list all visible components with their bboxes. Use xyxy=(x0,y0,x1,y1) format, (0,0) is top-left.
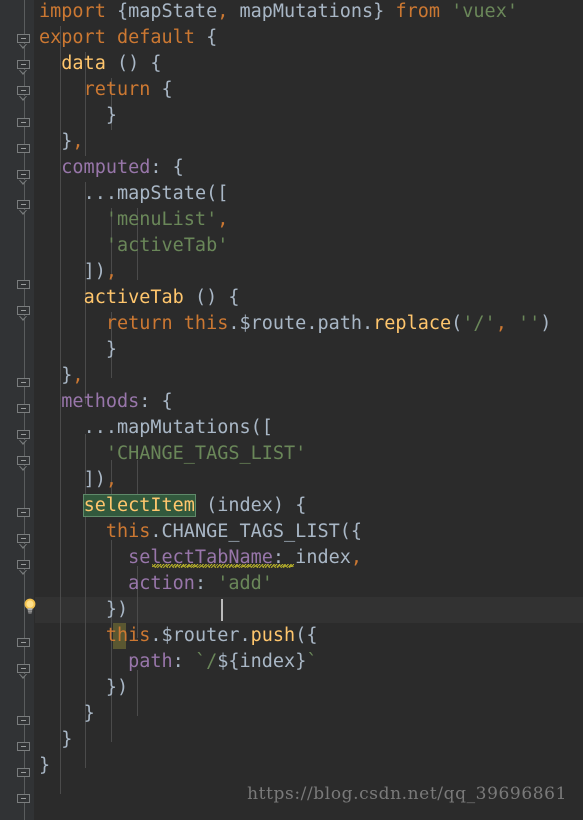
fold-marker-router-push[interactable] xyxy=(17,664,32,679)
fold-marker-push-end[interactable] xyxy=(17,716,32,731)
code-line[interactable]: export default { xyxy=(35,25,583,51)
fold-marker-close-brace-1[interactable] xyxy=(17,118,32,133)
fold-marker-methods[interactable] xyxy=(17,430,32,445)
text-caret xyxy=(221,599,223,621)
code-line[interactable]: } xyxy=(35,727,583,753)
code-line[interactable]: data () { xyxy=(35,51,583,77)
code-line[interactable]: methods: { xyxy=(35,389,583,415)
code-line[interactable]: }, xyxy=(35,129,583,155)
gutter-separator xyxy=(34,0,35,820)
code-line[interactable]: this.$router.push({ xyxy=(35,623,583,649)
code-line[interactable]: ]), xyxy=(35,467,583,493)
code-line[interactable]: selectItem (index) { xyxy=(35,493,583,519)
code-line[interactable]: this.CHANGE_TAGS_LIST({ xyxy=(35,519,583,545)
code-line[interactable]: ...mapMutations([ xyxy=(35,415,583,441)
code-line[interactable]: import {mapState, mapMutations} from 'vu… xyxy=(35,0,583,25)
fold-marker-export-default[interactable] xyxy=(17,34,32,49)
fold-marker-method-end[interactable] xyxy=(17,742,32,757)
code-line[interactable]: ...mapState([ xyxy=(35,181,583,207)
fold-marker-mapstate[interactable] xyxy=(17,200,32,215)
code-line[interactable]: }) xyxy=(35,675,583,701)
code-line[interactable]: action: 'add' xyxy=(35,571,583,597)
code-line[interactable]: return this.$route.path.replace('/', '') xyxy=(35,311,583,337)
code-line[interactable]: 'menuList', xyxy=(35,207,583,233)
warning-token: CHANGE_TAGS_LIST xyxy=(161,521,340,542)
fold-marker-computed[interactable] xyxy=(17,170,32,185)
code-line[interactable]: 'CHANGE_TAGS_LIST' xyxy=(35,441,583,467)
fold-marker-return[interactable] xyxy=(17,86,32,101)
fold-marker-mapmut-close[interactable] xyxy=(17,508,32,523)
fold-marker-close-brace-2[interactable] xyxy=(17,144,32,159)
fold-marker-change-end[interactable] xyxy=(17,638,32,653)
code-line[interactable]: activeTab () { xyxy=(35,285,583,311)
code-line[interactable]: } xyxy=(35,337,583,363)
code-line[interactable]: 'activeTab' xyxy=(35,233,583,259)
fold-marker-mapstate-close[interactable] xyxy=(17,280,32,295)
code-line[interactable]: } xyxy=(35,103,583,129)
fold-marker-methods-end[interactable] xyxy=(17,768,32,783)
fold-marker-activetab[interactable] xyxy=(17,306,32,321)
fold-marker-root-end[interactable] xyxy=(17,794,32,809)
code-line[interactable]: }, xyxy=(35,363,583,389)
fold-marker-mapmutations[interactable] xyxy=(17,456,32,471)
code-line[interactable]: return { xyxy=(35,77,583,103)
code-editor[interactable]: import {mapState, mapMutations} from 'vu… xyxy=(0,0,583,820)
warning-squiggle xyxy=(152,564,294,568)
code-line[interactable]: selectTabName: index, xyxy=(35,545,583,571)
watermark: https://blog.csdn.net/qq_39696861 xyxy=(247,784,567,804)
fold-marker-data[interactable] xyxy=(17,60,32,75)
code-content[interactable]: import {mapState, mapMutations} from 'vu… xyxy=(35,0,583,820)
fold-marker-change-tags[interactable] xyxy=(17,560,32,575)
code-line[interactable]: }) xyxy=(35,597,583,623)
code-line[interactable]: } xyxy=(35,701,583,727)
code-line[interactable]: computed: { xyxy=(35,155,583,181)
fold-marker-selectitem[interactable] xyxy=(17,534,32,549)
code-line[interactable]: path: `/${index}` xyxy=(35,649,583,675)
fold-marker-computed-end[interactable] xyxy=(17,404,32,419)
code-line[interactable]: } xyxy=(35,753,583,779)
lightbulb-icon[interactable] xyxy=(23,598,37,614)
highlighted-identifier: selectItem xyxy=(82,494,196,517)
code-line[interactable]: ]), xyxy=(35,259,583,285)
fold-marker-activetab-end[interactable] xyxy=(17,378,32,393)
